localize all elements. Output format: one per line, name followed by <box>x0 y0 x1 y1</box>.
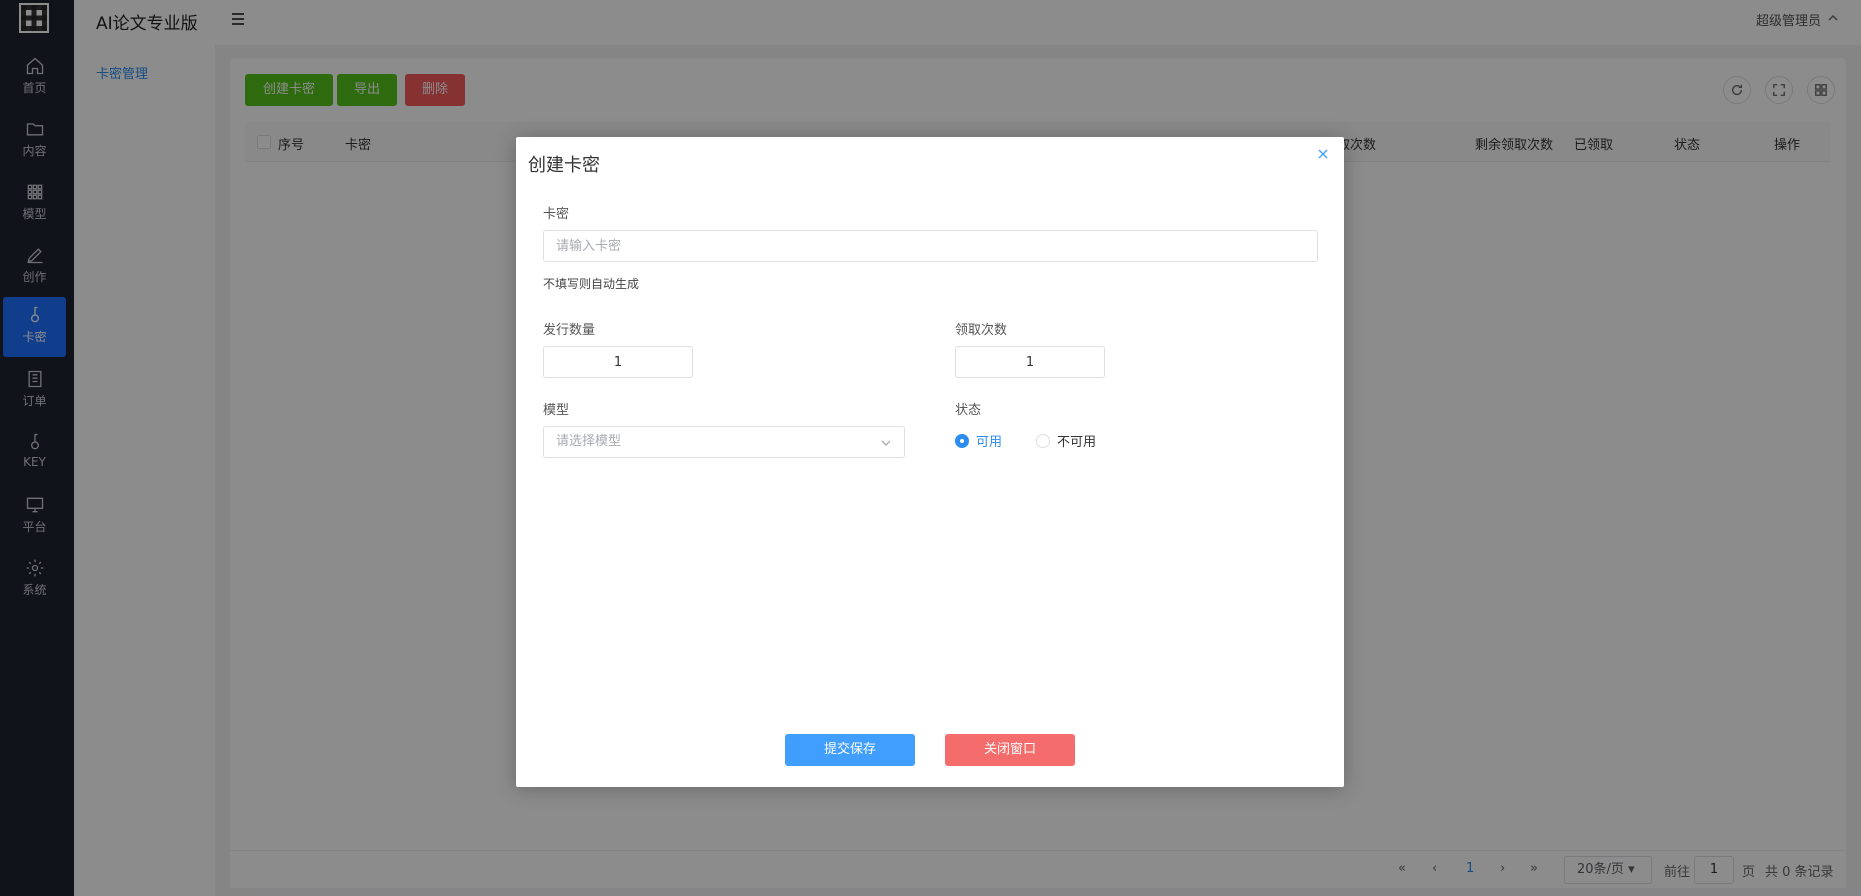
close-icon[interactable] <box>1316 147 1330 161</box>
card-input[interactable] <box>543 230 1318 262</box>
card-hint: 不填写则自动生成 <box>543 277 640 291</box>
model-select-placeholder: 请选择模型 <box>556 434 622 449</box>
radio-dot <box>955 434 969 448</box>
chevron-down-icon <box>881 440 891 446</box>
create-card-dialog: 创建卡密 卡密 不填写则自动生成 发行数量 领取次数 模型 请选择模型 状态 可… <box>516 137 1344 787</box>
status-available-radio[interactable]: 可用 <box>955 434 1002 451</box>
card-field-label: 卡密 <box>543 207 570 222</box>
dialog-title: 创建卡密 <box>528 155 600 176</box>
model-select[interactable]: 请选择模型 <box>543 426 905 458</box>
status-label: 状态 <box>955 403 982 418</box>
radio-dot <box>1036 434 1050 448</box>
issue-count-input[interactable] <box>543 346 693 378</box>
claim-count-input[interactable] <box>955 346 1105 378</box>
model-label: 模型 <box>543 403 570 418</box>
radio-label: 不可用 <box>1057 435 1097 450</box>
issue-count-label: 发行数量 <box>543 323 596 338</box>
radio-label: 可用 <box>976 435 1003 450</box>
submit-save-button[interactable]: 提交保存 <box>785 734 915 766</box>
status-unavailable-radio[interactable]: 不可用 <box>1036 434 1096 451</box>
close-window-button[interactable]: 关闭窗口 <box>945 734 1075 766</box>
claim-count-label: 领取次数 <box>955 323 1008 338</box>
